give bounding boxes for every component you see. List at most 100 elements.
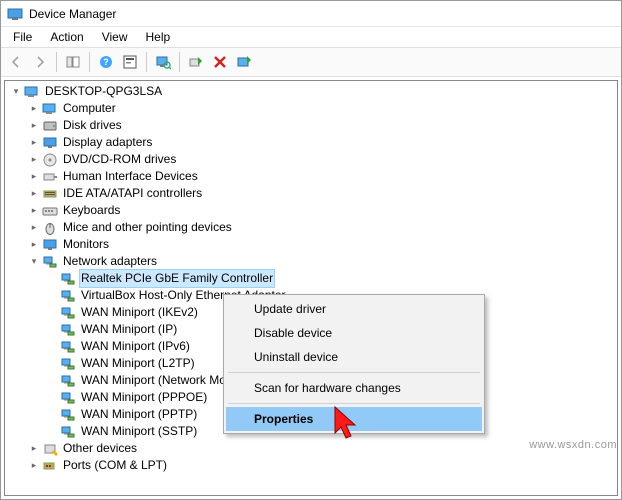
mouse-icon (42, 220, 58, 236)
tree-category[interactable]: ▸ Display adapters (7, 134, 617, 151)
tree-item-label: DVD/CD-ROM drives (61, 151, 178, 168)
tree-category[interactable]: ▸ Ports (COM & LPT) (7, 457, 617, 474)
tree-device[interactable]: Realtek PCIe GbE Family Controller (7, 270, 617, 287)
show-hide-console-button[interactable] (62, 51, 84, 73)
ide-icon (42, 186, 58, 202)
help-button[interactable]: ? (95, 51, 117, 73)
scan-hardware-button[interactable] (152, 51, 174, 73)
expander-icon[interactable]: ▸ (27, 221, 41, 235)
tree-item-label: Mice and other pointing devices (61, 219, 234, 236)
display-icon (42, 135, 58, 151)
menu-bar: File Action View Help (1, 27, 621, 47)
toolbar-separator (179, 52, 180, 72)
expander-icon[interactable]: ▸ (27, 153, 41, 167)
tree-item-label: Monitors (61, 236, 111, 253)
uninstall-device-button[interactable] (209, 51, 231, 73)
context-menu-separator (228, 372, 480, 373)
optical-icon (42, 152, 58, 168)
tree-item-label: Computer (61, 100, 118, 117)
expander-icon[interactable]: ▸ (27, 204, 41, 218)
menu-action[interactable]: Action (42, 28, 91, 46)
network-icon (60, 339, 76, 355)
tree-item-label: Keyboards (61, 202, 122, 219)
tree-item-label: WAN Miniport (PPTP) (79, 406, 199, 423)
tree-item-label: Realtek PCIe GbE Family Controller (79, 269, 275, 288)
tree-item-label: DESKTOP-QPG3LSA (43, 83, 164, 100)
network-icon (60, 407, 76, 423)
update-driver-button[interactable] (233, 51, 255, 73)
tree-category[interactable]: ▸ IDE ATA/ATAPI controllers (7, 185, 617, 202)
tree-category[interactable]: ▸ Mice and other pointing devices (7, 219, 617, 236)
enable-device-button[interactable] (185, 51, 207, 73)
toolbar-separator (146, 52, 147, 72)
expander-icon[interactable]: ▸ (27, 119, 41, 133)
tree-item-label: WAN Miniport (PPPOE) (79, 389, 209, 406)
network-icon (60, 288, 76, 304)
tree-category[interactable]: ▸ Computer (7, 100, 617, 117)
disk-icon (42, 118, 58, 134)
properties-button[interactable] (119, 51, 141, 73)
tree-category[interactable]: ▸ Monitors (7, 236, 617, 253)
tree-item-label: WAN Miniport (SSTP) (79, 423, 199, 440)
tree-item-label: WAN Miniport (IKEv2) (79, 304, 200, 321)
tree-root[interactable]: ▾ DESKTOP-QPG3LSA (7, 83, 617, 100)
tree-item-label: Display adapters (61, 134, 154, 151)
menu-file[interactable]: File (5, 28, 40, 46)
other-icon (42, 441, 58, 457)
watermark-text: www.wsxdn.com (529, 439, 617, 451)
context-menu-item[interactable]: Update driver (226, 297, 482, 321)
tree-category[interactable]: ▸ Human Interface Devices (7, 168, 617, 185)
expander-icon[interactable]: ▸ (27, 170, 41, 184)
context-menu-item[interactable]: Uninstall device (226, 345, 482, 369)
context-menu-item[interactable]: Disable device (226, 321, 482, 345)
svg-text:?: ? (103, 57, 109, 67)
network-icon (60, 322, 76, 338)
tree-item-label: Disk drives (61, 117, 124, 134)
title-bar: Device Manager (1, 1, 621, 27)
computer-icon (42, 101, 58, 117)
network-icon (60, 424, 76, 440)
toolbar-separator (89, 52, 90, 72)
expander-icon[interactable]: ▸ (27, 238, 41, 252)
app-icon (7, 6, 23, 22)
forward-button[interactable] (29, 51, 51, 73)
tree-category[interactable]: ▸ DVD/CD-ROM drives (7, 151, 617, 168)
expander-icon[interactable]: ▸ (27, 102, 41, 116)
network-icon (60, 305, 76, 321)
tree-item-label: Human Interface Devices (61, 168, 200, 185)
window-title: Device Manager (29, 7, 116, 21)
tree-item-label: WAN Miniport (IP) (79, 321, 179, 338)
back-button[interactable] (5, 51, 27, 73)
menu-view[interactable]: View (94, 28, 136, 46)
expander-icon[interactable]: ▸ (27, 136, 41, 150)
expander-icon[interactable]: ▸ (27, 187, 41, 201)
expander-icon[interactable]: ▸ (27, 459, 41, 473)
network-icon (60, 271, 76, 287)
monitor-icon (42, 237, 58, 253)
expander-icon[interactable]: ▸ (27, 442, 41, 456)
port-icon (42, 458, 58, 474)
tree-item-label: Other devices (61, 440, 139, 457)
tree-item-label: IDE ATA/ATAPI controllers (61, 185, 204, 202)
tree-item-label: Network adapters (61, 253, 159, 270)
menu-help[interactable]: Help (138, 28, 179, 46)
toolbar-separator (56, 52, 57, 72)
tree-category[interactable]: ▸ Keyboards (7, 202, 617, 219)
expander-icon[interactable]: ▾ (27, 255, 41, 269)
tree-category[interactable]: ▾ Network adapters (7, 253, 617, 270)
keyboard-icon (42, 203, 58, 219)
expander-icon[interactable]: ▾ (9, 85, 23, 99)
network-icon (60, 390, 76, 406)
tree-item-label: WAN Miniport (L2TP) (79, 355, 197, 372)
network-icon (42, 254, 58, 270)
cursor-pointer-overlay (329, 405, 363, 450)
tree-category[interactable]: ▸ Other devices (7, 440, 617, 457)
tree-item-label: WAN Miniport (IPv6) (79, 338, 192, 355)
context-menu-item[interactable]: Scan for hardware changes (226, 376, 482, 400)
tree-category[interactable]: ▸ Disk drives (7, 117, 617, 134)
context-menu-separator (228, 403, 480, 404)
hid-icon (42, 169, 58, 185)
computer-icon (24, 84, 40, 100)
tree-item-label: Ports (COM & LPT) (61, 457, 169, 474)
toolbar: ? (1, 47, 621, 77)
